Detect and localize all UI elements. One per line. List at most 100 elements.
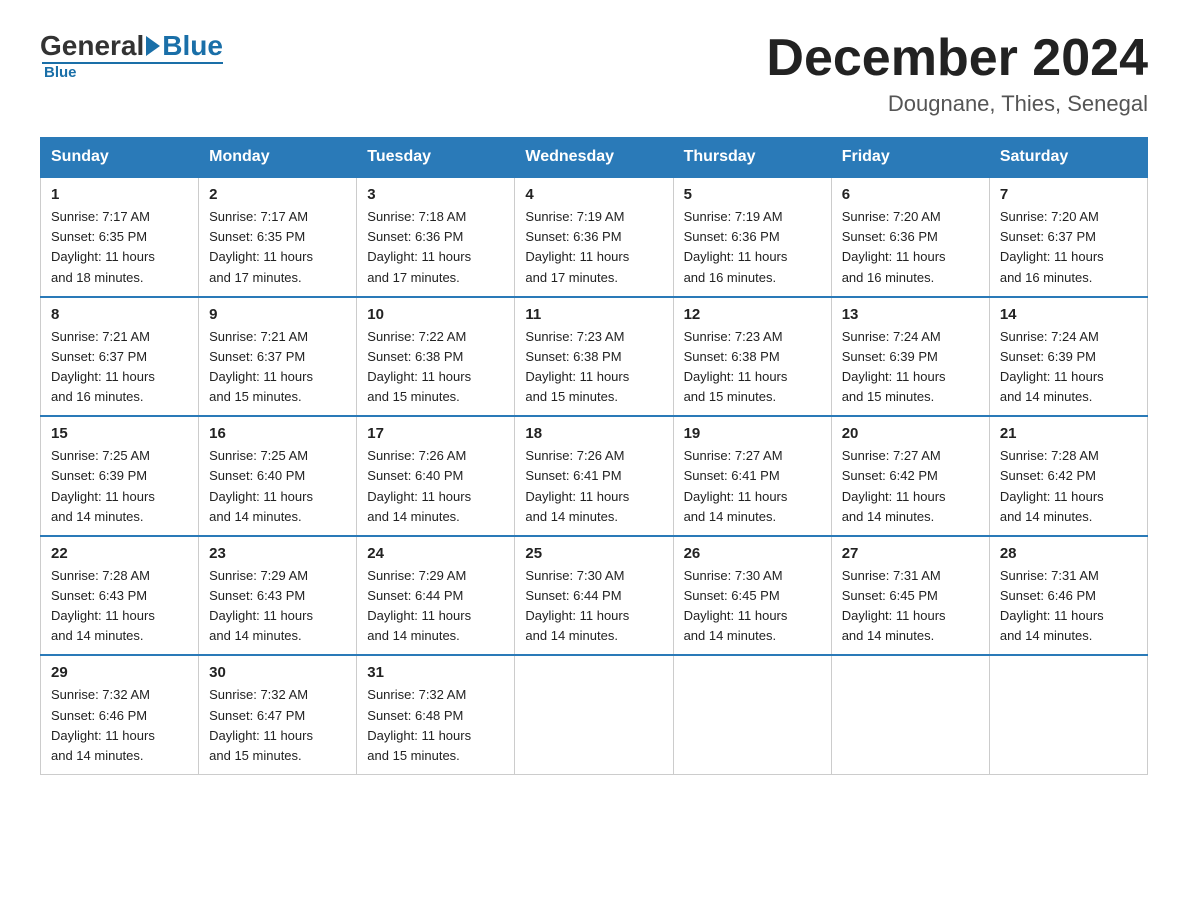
logo: General Blue Blue xyxy=(40,30,223,81)
col-header-monday: Monday xyxy=(199,138,357,178)
col-header-tuesday: Tuesday xyxy=(357,138,515,178)
day-number: 30 xyxy=(209,664,346,681)
calendar-week-row: 22 Sunrise: 7:28 AMSunset: 6:43 PMDaylig… xyxy=(41,536,1148,656)
day-info: Sunrise: 7:30 AMSunset: 6:44 PMDaylight:… xyxy=(525,566,662,647)
day-number: 15 xyxy=(51,425,188,442)
day-number: 28 xyxy=(1000,545,1137,562)
day-info: Sunrise: 7:20 AMSunset: 6:36 PMDaylight:… xyxy=(842,207,979,288)
calendar-cell xyxy=(831,655,989,774)
calendar-cell: 27 Sunrise: 7:31 AMSunset: 6:45 PMDaylig… xyxy=(831,536,989,656)
logo-general-text: General xyxy=(40,30,144,62)
calendar-cell: 23 Sunrise: 7:29 AMSunset: 6:43 PMDaylig… xyxy=(199,536,357,656)
day-number: 3 xyxy=(367,186,504,203)
logo-arrow-icon xyxy=(146,36,160,56)
day-number: 22 xyxy=(51,545,188,562)
day-info: Sunrise: 7:24 AMSunset: 6:39 PMDaylight:… xyxy=(842,327,979,408)
calendar-cell: 10 Sunrise: 7:22 AMSunset: 6:38 PMDaylig… xyxy=(357,297,515,417)
day-number: 17 xyxy=(367,425,504,442)
day-number: 8 xyxy=(51,306,188,323)
day-number: 16 xyxy=(209,425,346,442)
logo-blue-text: Blue xyxy=(162,30,223,62)
day-info: Sunrise: 7:21 AMSunset: 6:37 PMDaylight:… xyxy=(209,327,346,408)
day-number: 24 xyxy=(367,545,504,562)
calendar-cell: 26 Sunrise: 7:30 AMSunset: 6:45 PMDaylig… xyxy=(673,536,831,656)
calendar-cell: 13 Sunrise: 7:24 AMSunset: 6:39 PMDaylig… xyxy=(831,297,989,417)
calendar-cell xyxy=(673,655,831,774)
day-number: 20 xyxy=(842,425,979,442)
calendar-cell: 24 Sunrise: 7:29 AMSunset: 6:44 PMDaylig… xyxy=(357,536,515,656)
calendar-week-row: 1 Sunrise: 7:17 AMSunset: 6:35 PMDayligh… xyxy=(41,177,1148,297)
day-number: 29 xyxy=(51,664,188,681)
day-info: Sunrise: 7:27 AMSunset: 6:42 PMDaylight:… xyxy=(842,446,979,527)
day-info: Sunrise: 7:22 AMSunset: 6:38 PMDaylight:… xyxy=(367,327,504,408)
calendar-header-row: SundayMondayTuesdayWednesdayThursdayFrid… xyxy=(41,138,1148,178)
calendar-cell: 16 Sunrise: 7:25 AMSunset: 6:40 PMDaylig… xyxy=(199,416,357,536)
calendar-cell: 8 Sunrise: 7:21 AMSunset: 6:37 PMDayligh… xyxy=(41,297,199,417)
calendar-cell: 15 Sunrise: 7:25 AMSunset: 6:39 PMDaylig… xyxy=(41,416,199,536)
calendar-cell: 3 Sunrise: 7:18 AMSunset: 6:36 PMDayligh… xyxy=(357,177,515,297)
calendar-cell: 7 Sunrise: 7:20 AMSunset: 6:37 PMDayligh… xyxy=(989,177,1147,297)
month-title: December 2024 xyxy=(766,30,1148,87)
calendar-cell: 25 Sunrise: 7:30 AMSunset: 6:44 PMDaylig… xyxy=(515,536,673,656)
calendar-cell: 12 Sunrise: 7:23 AMSunset: 6:38 PMDaylig… xyxy=(673,297,831,417)
calendar-cell: 18 Sunrise: 7:26 AMSunset: 6:41 PMDaylig… xyxy=(515,416,673,536)
day-info: Sunrise: 7:27 AMSunset: 6:41 PMDaylight:… xyxy=(684,446,821,527)
day-info: Sunrise: 7:19 AMSunset: 6:36 PMDaylight:… xyxy=(684,207,821,288)
day-number: 23 xyxy=(209,545,346,562)
calendar-week-row: 8 Sunrise: 7:21 AMSunset: 6:37 PMDayligh… xyxy=(41,297,1148,417)
day-info: Sunrise: 7:26 AMSunset: 6:40 PMDaylight:… xyxy=(367,446,504,527)
calendar-cell: 31 Sunrise: 7:32 AMSunset: 6:48 PMDaylig… xyxy=(357,655,515,774)
day-info: Sunrise: 7:17 AMSunset: 6:35 PMDaylight:… xyxy=(209,207,346,288)
day-number: 1 xyxy=(51,186,188,203)
calendar-cell xyxy=(989,655,1147,774)
calendar-cell: 30 Sunrise: 7:32 AMSunset: 6:47 PMDaylig… xyxy=(199,655,357,774)
day-number: 25 xyxy=(525,545,662,562)
day-info: Sunrise: 7:20 AMSunset: 6:37 PMDaylight:… xyxy=(1000,207,1137,288)
calendar-cell: 4 Sunrise: 7:19 AMSunset: 6:36 PMDayligh… xyxy=(515,177,673,297)
calendar-cell: 29 Sunrise: 7:32 AMSunset: 6:46 PMDaylig… xyxy=(41,655,199,774)
calendar-cell: 9 Sunrise: 7:21 AMSunset: 6:37 PMDayligh… xyxy=(199,297,357,417)
day-number: 14 xyxy=(1000,306,1137,323)
calendar-cell: 20 Sunrise: 7:27 AMSunset: 6:42 PMDaylig… xyxy=(831,416,989,536)
calendar-cell: 1 Sunrise: 7:17 AMSunset: 6:35 PMDayligh… xyxy=(41,177,199,297)
title-block: December 2024 Dougnane, Thies, Senegal xyxy=(766,30,1148,117)
day-number: 19 xyxy=(684,425,821,442)
day-number: 9 xyxy=(209,306,346,323)
calendar-cell: 22 Sunrise: 7:28 AMSunset: 6:43 PMDaylig… xyxy=(41,536,199,656)
day-info: Sunrise: 7:32 AMSunset: 6:47 PMDaylight:… xyxy=(209,685,346,766)
calendar-cell xyxy=(515,655,673,774)
day-info: Sunrise: 7:21 AMSunset: 6:37 PMDaylight:… xyxy=(51,327,188,408)
calendar-cell: 5 Sunrise: 7:19 AMSunset: 6:36 PMDayligh… xyxy=(673,177,831,297)
calendar-cell: 17 Sunrise: 7:26 AMSunset: 6:40 PMDaylig… xyxy=(357,416,515,536)
col-header-wednesday: Wednesday xyxy=(515,138,673,178)
day-info: Sunrise: 7:25 AMSunset: 6:40 PMDaylight:… xyxy=(209,446,346,527)
day-info: Sunrise: 7:19 AMSunset: 6:36 PMDaylight:… xyxy=(525,207,662,288)
day-number: 7 xyxy=(1000,186,1137,203)
calendar-cell: 2 Sunrise: 7:17 AMSunset: 6:35 PMDayligh… xyxy=(199,177,357,297)
day-number: 21 xyxy=(1000,425,1137,442)
page-header: General Blue Blue December 2024 Dougnane… xyxy=(40,30,1148,117)
col-header-thursday: Thursday xyxy=(673,138,831,178)
location-subtitle: Dougnane, Thies, Senegal xyxy=(766,91,1148,117)
day-info: Sunrise: 7:23 AMSunset: 6:38 PMDaylight:… xyxy=(525,327,662,408)
col-header-friday: Friday xyxy=(831,138,989,178)
day-info: Sunrise: 7:28 AMSunset: 6:43 PMDaylight:… xyxy=(51,566,188,647)
logo-underline: Blue xyxy=(42,62,223,81)
calendar-cell: 28 Sunrise: 7:31 AMSunset: 6:46 PMDaylig… xyxy=(989,536,1147,656)
day-number: 6 xyxy=(842,186,979,203)
calendar-cell: 14 Sunrise: 7:24 AMSunset: 6:39 PMDaylig… xyxy=(989,297,1147,417)
day-number: 2 xyxy=(209,186,346,203)
day-info: Sunrise: 7:29 AMSunset: 6:43 PMDaylight:… xyxy=(209,566,346,647)
col-header-sunday: Sunday xyxy=(41,138,199,178)
day-info: Sunrise: 7:18 AMSunset: 6:36 PMDaylight:… xyxy=(367,207,504,288)
calendar-cell: 21 Sunrise: 7:28 AMSunset: 6:42 PMDaylig… xyxy=(989,416,1147,536)
calendar-cell: 19 Sunrise: 7:27 AMSunset: 6:41 PMDaylig… xyxy=(673,416,831,536)
calendar-week-row: 15 Sunrise: 7:25 AMSunset: 6:39 PMDaylig… xyxy=(41,416,1148,536)
day-info: Sunrise: 7:25 AMSunset: 6:39 PMDaylight:… xyxy=(51,446,188,527)
day-info: Sunrise: 7:32 AMSunset: 6:48 PMDaylight:… xyxy=(367,685,504,766)
col-header-saturday: Saturday xyxy=(989,138,1147,178)
day-number: 5 xyxy=(684,186,821,203)
day-info: Sunrise: 7:30 AMSunset: 6:45 PMDaylight:… xyxy=(684,566,821,647)
day-info: Sunrise: 7:28 AMSunset: 6:42 PMDaylight:… xyxy=(1000,446,1137,527)
calendar-week-row: 29 Sunrise: 7:32 AMSunset: 6:46 PMDaylig… xyxy=(41,655,1148,774)
